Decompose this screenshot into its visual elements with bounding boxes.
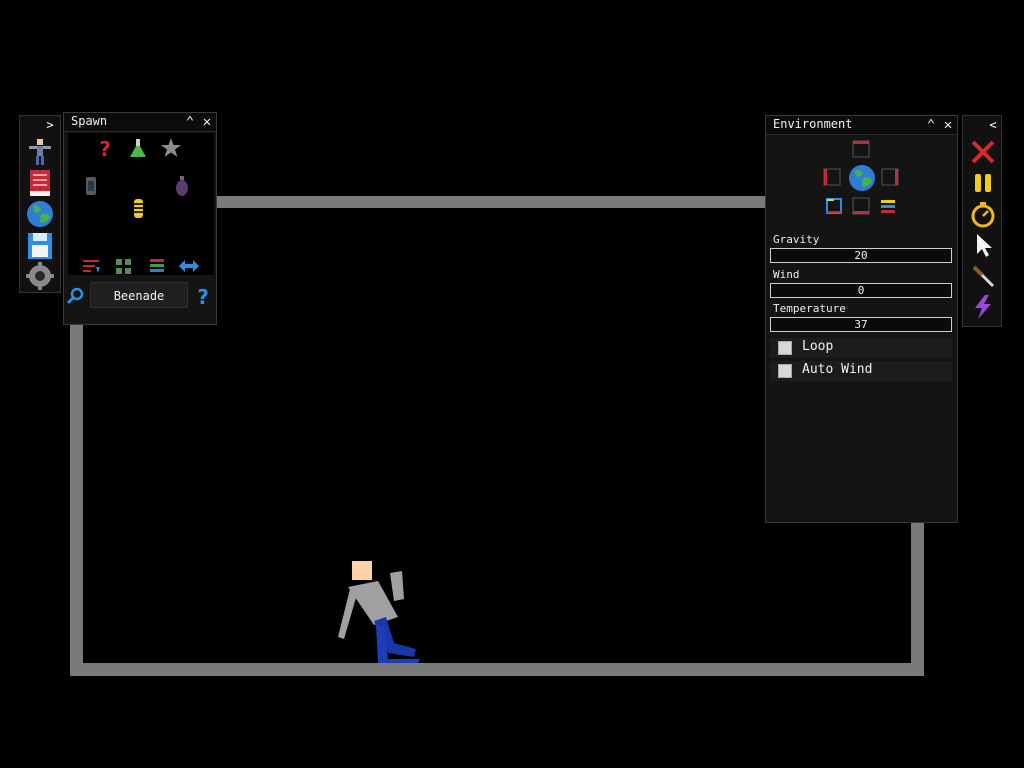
ragdoll-front-arm — [390, 571, 404, 601]
loop-toggle[interactable]: Loop — [770, 338, 952, 358]
top-wall-icon[interactable] — [852, 140, 870, 158]
svg-text:?: ? — [99, 137, 111, 159]
pause-icon[interactable] — [969, 169, 997, 197]
clear-x-icon[interactable] — [969, 138, 997, 166]
auto-wind-label: Auto Wind — [802, 362, 873, 377]
ragdoll-leg-2 — [376, 625, 420, 663]
color-box-icon[interactable] — [825, 197, 843, 215]
flask-icon[interactable] — [127, 137, 149, 159]
search-row: Beenade ? — [64, 279, 216, 311]
ragdoll-icon[interactable] — [25, 138, 55, 166]
help-icon[interactable]: ? — [194, 285, 212, 307]
loop-checkbox[interactable] — [778, 341, 792, 355]
search-input[interactable]: Beenade — [90, 282, 188, 308]
grenade-icon[interactable] — [171, 175, 193, 197]
auto-wind-checkbox[interactable] — [778, 364, 792, 378]
knife-icon[interactable] — [969, 262, 997, 290]
gravity-label: Gravity — [773, 233, 820, 246]
spawn-panel: Spawn ⌃ ✕ ? Beenade ? — [63, 112, 217, 325]
right-wall-icon[interactable] — [881, 168, 899, 186]
gravity-slider[interactable]: 20 — [770, 248, 952, 263]
ragdoll-torso — [348, 581, 398, 625]
temperature-value: 37 — [854, 318, 868, 331]
spawn-item-grid: ? — [68, 133, 214, 275]
collapse-button[interactable]: ⌃ — [182, 113, 198, 131]
ragdoll-head — [352, 561, 372, 580]
globe-icon[interactable] — [25, 200, 55, 228]
settings-gear-icon[interactable] — [25, 262, 55, 290]
close-button[interactable]: ✕ — [199, 113, 215, 131]
spawn-titlebar[interactable]: Spawn ⌃ ✕ — [64, 113, 216, 132]
auto-wind-toggle[interactable]: Auto Wind — [770, 361, 952, 381]
environment-titlebar[interactable]: Environment ⌃ ✕ — [766, 116, 957, 135]
search-icon[interactable] — [67, 287, 85, 305]
environment-title: Environment — [773, 117, 853, 131]
wind-slider[interactable]: 0 — [770, 283, 952, 298]
question-icon[interactable]: ? — [94, 137, 116, 159]
loop-label: Loop — [802, 339, 834, 354]
stopwatch-icon[interactable] — [969, 200, 997, 228]
svg-text:?: ? — [197, 285, 209, 307]
left-wall-icon[interactable] — [823, 168, 841, 186]
wind-label: Wind — [773, 268, 800, 281]
left-toolbar: > — [19, 115, 61, 293]
collapse-button[interactable]: ⌃ — [923, 116, 939, 134]
globe-icon[interactable] — [848, 164, 876, 192]
temperature-slider[interactable]: 37 — [770, 317, 952, 332]
arena-floor — [70, 663, 924, 676]
layers-icon[interactable] — [879, 197, 897, 215]
save-icon[interactable] — [25, 232, 55, 260]
right-toolbar: < — [962, 115, 1002, 327]
grid-view-icon[interactable] — [113, 255, 135, 277]
lantern-icon[interactable] — [80, 175, 102, 197]
environment-panel: Environment ⌃ ✕ Gravity 20 Wind 0 Temper… — [765, 115, 958, 523]
list-view-icon[interactable] — [146, 255, 168, 277]
collapse-toolbar-button[interactable]: < — [985, 118, 1001, 132]
star-icon[interactable] — [160, 137, 182, 159]
bee-grenade-icon[interactable] — [127, 197, 149, 219]
expand-toolbar-button[interactable]: > — [42, 118, 58, 132]
ragdoll-human[interactable] — [330, 555, 440, 667]
spawn-title: Spawn — [71, 114, 108, 128]
temperature-label: Temperature — [773, 302, 846, 315]
bottom-wall-icon[interactable] — [852, 197, 870, 215]
book-icon[interactable] — [25, 169, 55, 197]
gravity-value: 20 — [854, 249, 868, 262]
swap-arrows-icon[interactable] — [178, 255, 200, 277]
close-button[interactable]: ✕ — [940, 116, 956, 134]
lightning-icon[interactable] — [969, 293, 997, 321]
sort-icon[interactable] — [80, 255, 102, 277]
pointer-icon[interactable] — [969, 231, 997, 259]
wind-value: 0 — [857, 284, 865, 297]
ragdoll-back-arm — [338, 589, 358, 639]
